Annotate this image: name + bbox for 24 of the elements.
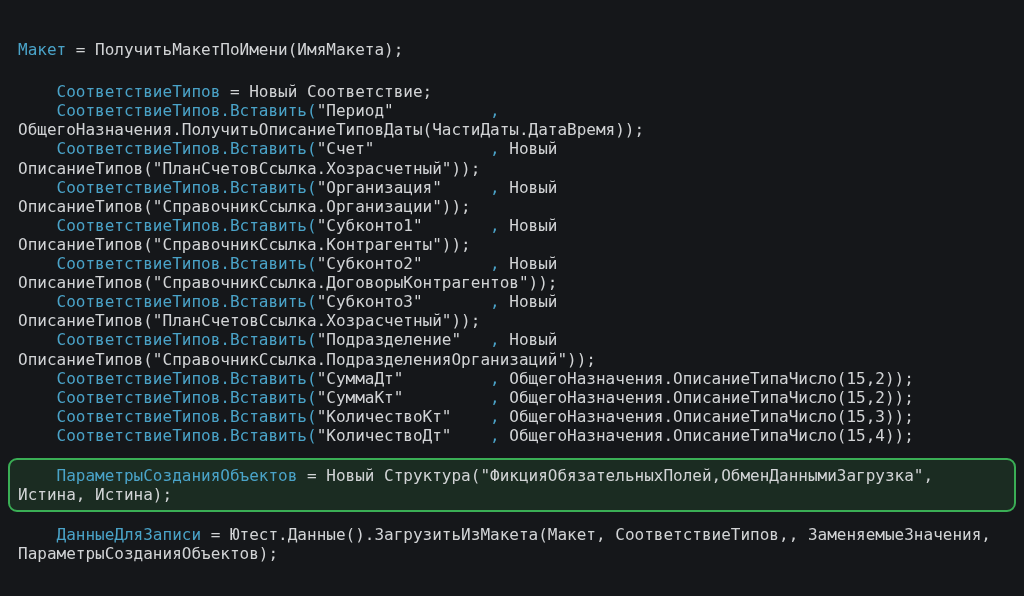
code-line: СоответствиеТипов.Вставить("Субконто1" , Новый: [56, 215, 558, 235]
code-line: СоответствиеТипов.Вставить("Период" ,: [56, 101, 500, 121]
code-line: ОписаниеТипов("СправочникСсылка.ДоговорыКонтрагентов"));: [18, 273, 558, 293]
code-line: ПараметрыСозданияОбъектов);: [18, 544, 279, 564]
code-line: СоответствиеТипов.Вставить("Организация" , Новый: [56, 177, 558, 197]
code-line: СоответствиеТипов.Вставить("Счет" , Новый: [56, 139, 558, 159]
code-line: ПараметрыСозданияОбъектов = Новый Структура("ФикцияОбязательныхПолей,ОбменДаннымиЗагрузка",: [56, 466, 934, 486]
code-line: Истина, Истина);: [18, 485, 173, 505]
code-line: Макет = ПолучитьМакетПоИмени(ИмяМакета);: [18, 40, 404, 60]
code-line: ДанныеДляЗаписи = Ютест.Данные().ЗагрузитьИзМакета(Макет, СоответствиеТипов,, ЗаменяемыеЗначения,: [56, 525, 991, 545]
code-line: СоответствиеТипов.Вставить("Субконто3" , Новый: [56, 292, 558, 312]
code-line: ОписаниеТипов("СправочникСсылка.Организации"));: [18, 196, 471, 216]
code-line: СоответствиеТипов.Вставить("СуммаКт" , ОбщегоНазначения.ОписаниеТипаЧисло(15,2));: [56, 387, 914, 407]
code-line: ОписаниеТипов("ПланСчетовСсылка.Хозрасчетный"));: [18, 311, 481, 331]
code-line: ОбщегоНазначения.ПолучитьОписаниеТиповДаты(ЧастиДаты.ДатаВремя));: [18, 120, 645, 140]
code-line: СоответствиеТипов = Новый Соответствие;: [56, 82, 433, 102]
code-line: ОписаниеТипов("СправочникСсылка.ПодразделенияОрганизаций"));: [18, 349, 596, 369]
code-line: СоответствиеТипов.Вставить("КоличествоКт" , ОбщегоНазначения.ОписаниеТипаЧисло(15,3));: [56, 406, 914, 426]
code-line: ОписаниеТипов("СправочникСсылка.Контрагенты"));: [18, 234, 471, 255]
code-line: СоответствиеТипов.Вставить("СуммаДт" , ОбщегоНазначения.ОписаниеТипаЧисло(15,2));: [56, 368, 914, 388]
code-line: СоответствиеТипов.Вставить("Подразделение" , Новый: [56, 330, 558, 350]
code-line: ОписаниеТипов("ПланСчетовСсылка.Хозрасчетный"));: [18, 158, 481, 178]
code-line: СоответствиеТипов.Вставить("КоличествоДт" , ОбщегоНазначения.ОписаниеТипаЧисло(15,4));: [56, 425, 914, 445]
code-line: СоответствиеТипов.Вставить("Субконто2" , Новый: [56, 254, 558, 274]
